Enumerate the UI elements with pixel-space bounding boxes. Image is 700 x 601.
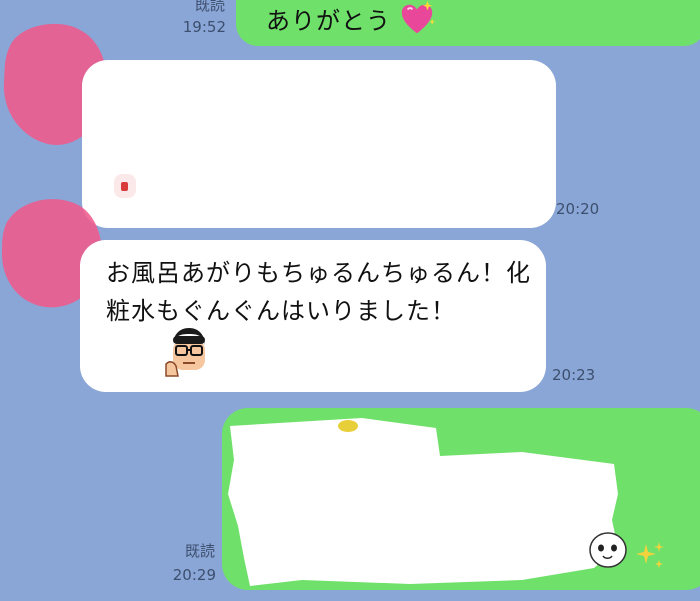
sparkling-heart-icon <box>401 0 436 34</box>
received-message-bubble[interactable] <box>82 60 556 228</box>
message-time: 20:20 <box>556 200 600 218</box>
received-message-bubble[interactable]: お風呂あがりもちゅるんちゅるん！化粧水もぐんぐんはいりました！ <box>80 240 546 392</box>
sparkles-icon <box>636 542 664 568</box>
message-time: 20:23 <box>552 366 596 384</box>
sent-message-bubble[interactable]: ありがとう <box>236 0 700 46</box>
sent-message-bubble[interactable] <box>222 408 700 590</box>
read-receipt: 既読 <box>184 542 215 560</box>
redacted-message-content <box>228 418 618 586</box>
read-receipt: 既読 <box>194 0 225 14</box>
smiling-face-sticker-icon <box>589 532 627 568</box>
message-text: ありがとう <box>266 7 391 35</box>
redacted-image-icon <box>114 174 136 198</box>
message-time: 20:29 <box>172 566 216 584</box>
glasses-man-sticker-icon <box>165 328 205 377</box>
message-text: お風呂あがりもちゅるんちゅるん！化粧水もぐんぐんはいりました！ <box>106 259 531 325</box>
message-time: 19:52 <box>182 18 226 36</box>
